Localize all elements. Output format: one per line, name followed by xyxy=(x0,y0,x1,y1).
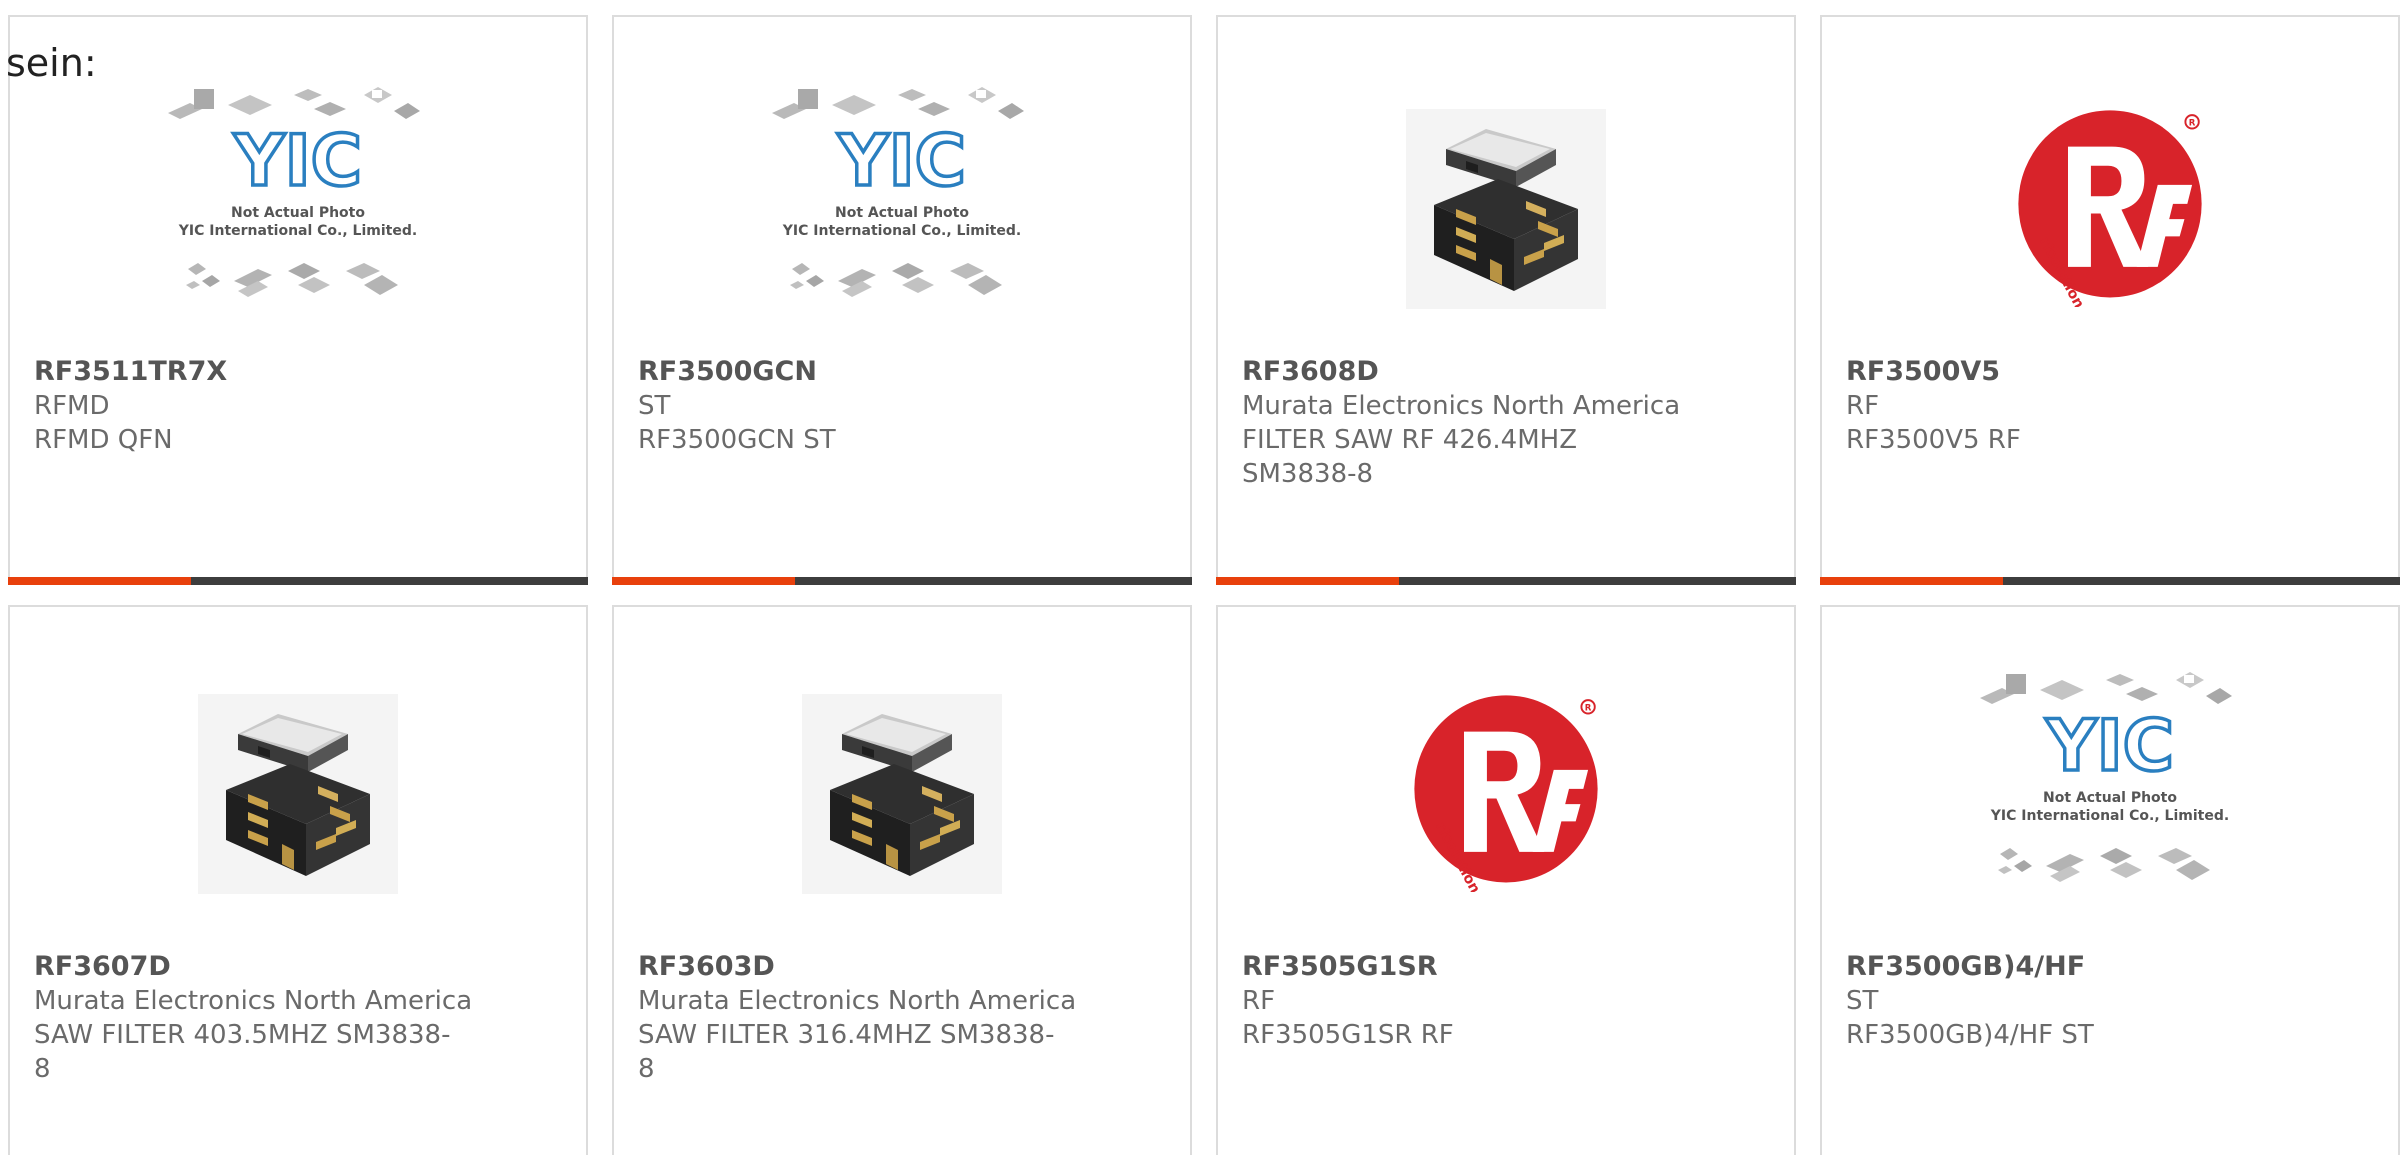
part-number-link[interactable]: RF3603D xyxy=(638,950,1078,984)
intro-text: sein: xyxy=(6,41,97,85)
product-card[interactable]: RF3607D Murata Electronics North America… xyxy=(8,605,588,1155)
product-card[interactable]: RF3608D Murata Electronics North America… xyxy=(1216,15,1796,585)
part-number-link[interactable]: RF3500V5 xyxy=(1846,355,2286,389)
manufacturer-label: Murata Electronics North America xyxy=(638,986,1077,1016)
description-line: SAW FILTER 403.5MHZ SM3838- xyxy=(34,1020,451,1050)
card-bottom-bar xyxy=(1216,577,1796,585)
description-label: RF3505G1SR RF xyxy=(1242,1020,1454,1050)
product-card[interactable]: RF3500GB)4/HF ST RF3500GB)4/HF ST xyxy=(1820,605,2400,1155)
part-number-link[interactable]: RF3607D xyxy=(34,950,474,984)
description-label: RF3500GB)4/HF ST xyxy=(1846,1020,2094,1050)
yic-placeholder-image xyxy=(614,87,1190,367)
card-bottom-bar xyxy=(1820,577,2400,585)
saw-filter-chip-image xyxy=(10,672,586,952)
card-bottom-bar xyxy=(8,577,588,585)
yic-placeholder-image xyxy=(1822,672,2398,952)
description-label: RFMD QFN xyxy=(34,425,173,455)
description-label: RF3500GCN ST xyxy=(638,425,836,455)
manufacturer-label: RF xyxy=(1242,986,1276,1016)
product-card[interactable]: RF3511TR7X RFMD RFMD QFN xyxy=(8,15,588,585)
description-line: FILTER SAW RF 426.4MHZ xyxy=(1242,425,1578,455)
manufacturer-label: Murata Electronics North America xyxy=(34,986,473,1016)
part-number-link[interactable]: RF3500GB)4/HF xyxy=(1846,950,2286,984)
part-number-link[interactable]: RF3500GCN xyxy=(638,355,1078,389)
manufacturer-label: ST xyxy=(1846,986,1879,1016)
description-line: 8 xyxy=(34,1054,51,1084)
manufacturer-label: ST xyxy=(638,391,671,421)
card-bottom-bar xyxy=(612,577,1192,585)
saw-filter-chip-image xyxy=(614,672,1190,952)
product-card[interactable]: RF3603D Murata Electronics North America… xyxy=(612,605,1192,1155)
manufacturer-label: Murata Electronics North America xyxy=(1242,391,1681,421)
manufacturer-label: RF xyxy=(1846,391,1880,421)
part-number-link[interactable]: RF3511TR7X xyxy=(34,355,474,389)
product-card[interactable]: RF3505G1SR RF RF3505G1SR RF xyxy=(1216,605,1796,1155)
yic-placeholder-image xyxy=(10,87,586,367)
rf-solutions-logo-image xyxy=(1822,87,2398,367)
manufacturer-label: RFMD xyxy=(34,391,110,421)
description-label: RF3500V5 RF xyxy=(1846,425,2021,455)
saw-filter-chip-image xyxy=(1218,87,1794,367)
description-line: SM3838-8 xyxy=(1242,459,1374,489)
product-card[interactable]: RF3500GCN ST RF3500GCN ST xyxy=(612,15,1192,585)
product-card[interactable]: RF3500V5 RF RF3500V5 RF xyxy=(1820,15,2400,585)
part-number-link[interactable]: RF3505G1SR xyxy=(1242,950,1682,984)
part-number-link[interactable]: RF3608D xyxy=(1242,355,1682,389)
description-line: 8 xyxy=(638,1054,655,1084)
description-line: SAW FILTER 316.4MHZ SM3838- xyxy=(638,1020,1055,1050)
rf-solutions-logo-image xyxy=(1218,672,1794,952)
